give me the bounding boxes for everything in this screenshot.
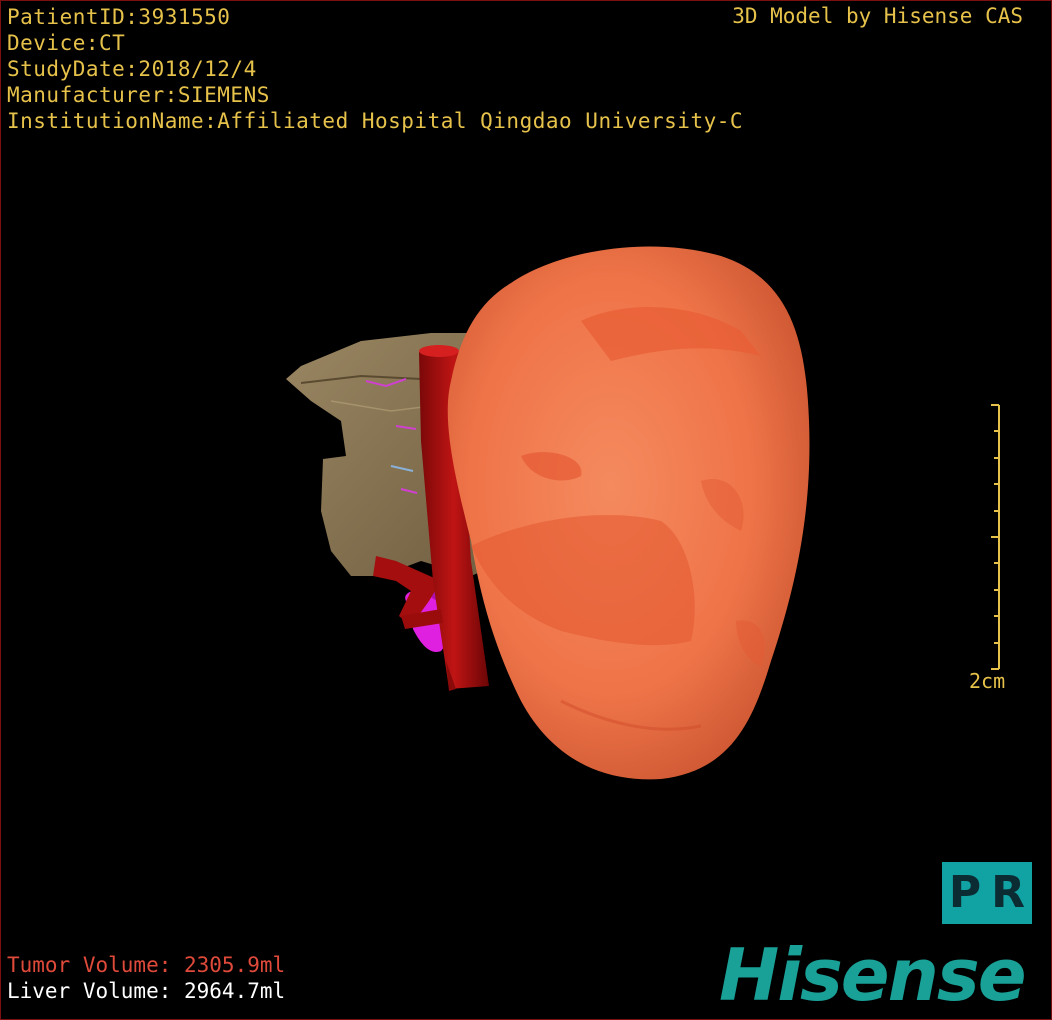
model-credit: 3D Model by Hisense CAS [732,4,1023,28]
pr-badge-p: P [948,867,982,918]
3d-render-canvas[interactable] [1,1,1051,1019]
liver-volume: Liver Volume: 2964.7ml [7,979,286,1003]
pr-badge-r: R [991,867,1026,918]
tumor-volume: Tumor Volume: 2305.9ml [7,953,286,977]
hisense-logo: Hisense [719,933,1027,1017]
pr-badge-button[interactable]: P R [942,862,1032,924]
scale-bar-label: 2cm [969,669,1006,693]
study-date: StudyDate:2018/12/4 [7,57,257,81]
viewport[interactable]: PatientID:3931550 Device:CT StudyDate:20… [0,0,1052,1020]
patient-id: PatientID:3931550 [7,5,231,29]
institution-name: InstitutionName:Affiliated Hospital Qing… [7,109,744,133]
manufacturer: Manufacturer:SIEMENS [7,83,270,107]
device: Device:CT [7,31,126,55]
scale-bar [991,404,1000,670]
tumor-model [447,246,810,780]
